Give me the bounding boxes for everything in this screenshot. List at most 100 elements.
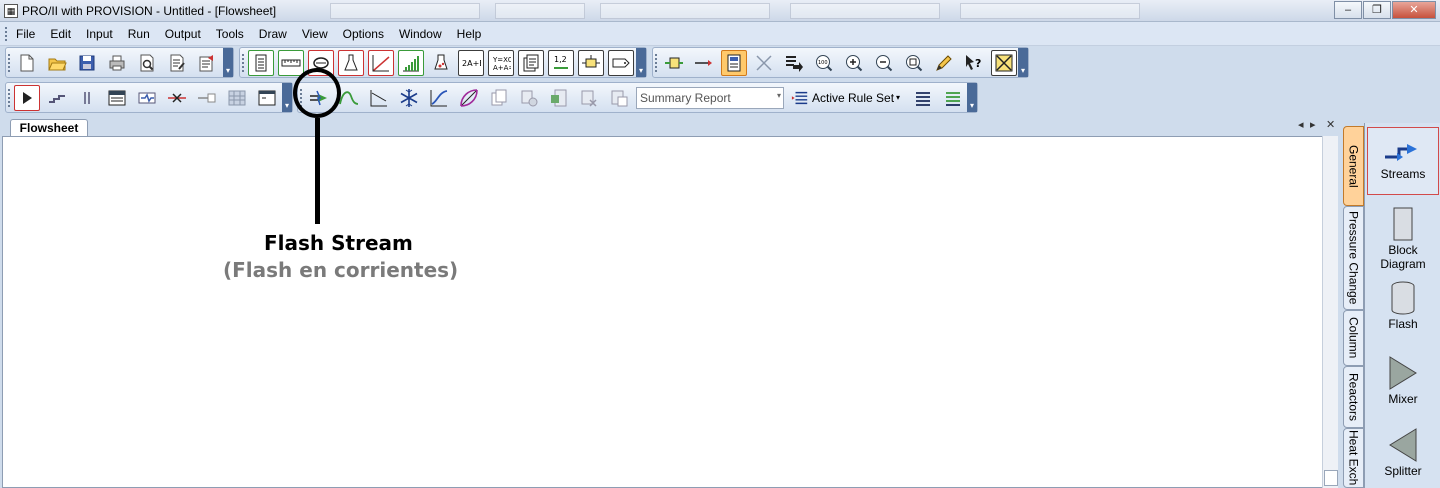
summary-report-dropdown[interactable]: Summary Report ▾ (636, 86, 784, 109)
units-of-measure-button[interactable] (278, 49, 304, 76)
sequence-button[interactable]: 1,2 (548, 49, 574, 76)
chevron-down-icon[interactable]: ▾ (896, 93, 900, 102)
toolbar-overflow-button[interactable]: ▾ (967, 83, 977, 112)
scrollbar-thumb[interactable] (1324, 470, 1338, 486)
snowflake-icon (400, 88, 418, 107)
procedure-data-button[interactable]: Y=X0A+A= (488, 49, 514, 76)
zoom-out-button[interactable] (871, 50, 897, 76)
pause-button[interactable] (74, 85, 100, 111)
paste-report-button[interactable] (606, 85, 632, 111)
toolbar-grip[interactable] (8, 89, 11, 107)
tab-scroll-left-icon[interactable]: ◂ (1298, 118, 1304, 131)
delete-report-button[interactable] (576, 85, 602, 111)
flowsheet-canvas[interactable] (2, 136, 1324, 488)
print-button[interactable] (104, 50, 130, 76)
restore-button[interactable]: ❐ (1363, 1, 1391, 19)
toolbar-overflow-button[interactable]: ▾ (282, 83, 292, 112)
palette-tab-column[interactable]: Column (1343, 310, 1364, 366)
note-button[interactable] (608, 49, 634, 76)
menubar-grip[interactable] (5, 27, 7, 41)
valve-button[interactable] (164, 85, 190, 111)
add-unit-button[interactable] (661, 50, 687, 76)
move-forward-button[interactable] (781, 50, 807, 76)
align-left-button[interactable] (910, 85, 936, 111)
menu-input[interactable]: Input (86, 27, 113, 41)
canvas-vertical-scrollbar[interactable] (1322, 136, 1338, 488)
run-button[interactable] (14, 84, 40, 111)
delete-connection-button[interactable] (751, 50, 777, 76)
reset-button[interactable] (224, 85, 250, 111)
open-file-button[interactable] (44, 50, 70, 76)
toolbar-overflow-button[interactable]: ▾ (1018, 48, 1028, 77)
unit-status-button[interactable] (134, 85, 160, 111)
copy-report-button[interactable] (486, 85, 512, 111)
edit-pencil-button[interactable] (931, 50, 957, 76)
close-tab-icon[interactable]: ✕ (1326, 118, 1335, 131)
reaction-sets-button[interactable]: 2A+B (458, 49, 484, 76)
save-button[interactable] (74, 50, 100, 76)
menu-file[interactable]: File (16, 27, 35, 41)
palette-item-block-diagram[interactable]: Block Diagram (1367, 207, 1439, 271)
zoom-100-button[interactable]: 100 (811, 50, 837, 76)
assay-button[interactable] (338, 49, 364, 76)
zoom-fit-button[interactable] (901, 50, 927, 76)
calculator-block-button[interactable] (578, 49, 604, 76)
annotation-highlight-circle (293, 68, 341, 118)
toolbar-grip[interactable] (655, 54, 658, 72)
menu-window[interactable]: Window (399, 27, 442, 41)
binary-vle-button[interactable] (456, 85, 482, 111)
stream-data-button[interactable] (518, 49, 544, 76)
palette-item-mixer[interactable]: Mixer (1367, 356, 1439, 406)
menu-tools[interactable]: Tools (216, 27, 244, 41)
menu-edit[interactable]: Edit (50, 27, 71, 41)
menu-run[interactable]: Run (128, 27, 150, 41)
step-button[interactable] (44, 85, 70, 111)
menu-options[interactable]: Options (343, 27, 384, 41)
property-plot-button[interactable] (426, 85, 452, 111)
rule-set-list-button[interactable] (790, 85, 810, 111)
context-help-button[interactable]: ? (961, 50, 987, 76)
link-button[interactable] (194, 85, 220, 111)
report-button[interactable] (164, 50, 190, 76)
palette-item-flash[interactable]: Flash (1367, 281, 1439, 331)
output-window-button[interactable] (254, 85, 280, 111)
proii-app-icon[interactable]: ▦ (4, 4, 18, 18)
print-preview-button[interactable] (134, 50, 160, 76)
palette-item-splitter[interactable]: Splitter (1367, 428, 1439, 478)
palette-item-label: Splitter (1384, 464, 1422, 478)
tab-scroll-right-icon[interactable]: ▸ (1310, 118, 1316, 131)
heating-curve-button[interactable] (366, 85, 392, 111)
toolbar-overflow-button[interactable]: ▾ (636, 48, 646, 77)
toolbar-overflow-button[interactable]: ▾ (223, 48, 233, 77)
menu-view[interactable]: View (302, 27, 328, 41)
align-green-button[interactable] (940, 85, 966, 111)
refrigeration-button[interactable] (396, 85, 422, 111)
menu-help[interactable]: Help (457, 27, 482, 41)
add-stream-button[interactable] (691, 50, 717, 76)
toolbar-grip[interactable] (242, 54, 245, 72)
export-excel-button[interactable] (546, 85, 572, 111)
active-rule-set-label[interactable]: Active Rule Set (812, 91, 894, 105)
distribution-button[interactable] (398, 49, 424, 76)
zoom-in-button[interactable] (841, 50, 867, 76)
select-palette-button[interactable] (721, 49, 747, 76)
palette-tab-general[interactable]: General (1343, 126, 1364, 206)
tab-flowsheet[interactable]: Flowsheet (10, 119, 88, 136)
check-box-button[interactable] (991, 49, 1017, 76)
palette-tab-pressure-change[interactable]: Pressure Change (1343, 206, 1364, 310)
new-file-button[interactable] (14, 50, 40, 76)
menu-output[interactable]: Output (165, 27, 201, 41)
export-button[interactable] (194, 50, 220, 76)
palette-item-streams[interactable]: Streams (1367, 127, 1439, 195)
component-selection-button[interactable] (248, 49, 274, 76)
menu-draw[interactable]: Draw (259, 27, 287, 41)
palette-tab-reactors[interactable]: Reactors (1343, 366, 1364, 428)
run-window-button[interactable] (104, 85, 130, 111)
database-button[interactable] (516, 85, 542, 111)
palette-tab-heat-exch[interactable]: Heat Exch (1343, 428, 1364, 488)
minimize-button[interactable]: – (1334, 1, 1362, 19)
reaction-data-button[interactable] (428, 50, 454, 76)
close-window-button[interactable]: ✕ (1392, 1, 1436, 19)
curve-button[interactable] (368, 49, 394, 76)
toolbar-grip[interactable] (8, 54, 11, 72)
